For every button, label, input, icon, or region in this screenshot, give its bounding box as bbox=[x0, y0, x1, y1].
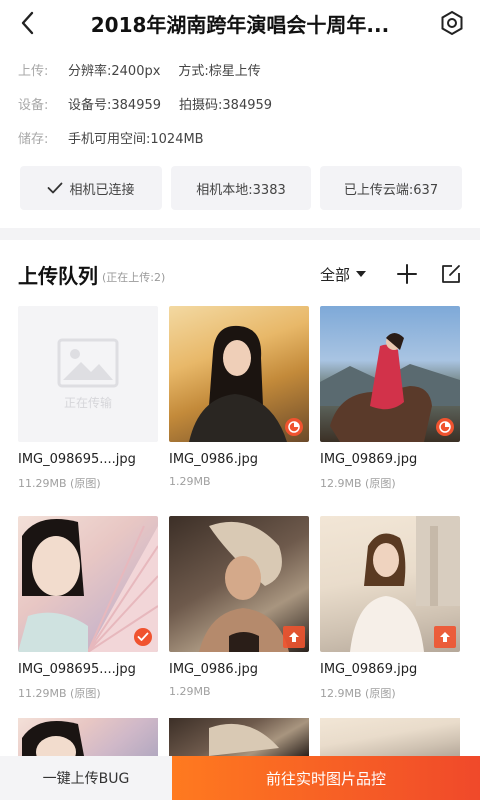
resolution-value: 分辨率:2400px bbox=[68, 63, 161, 79]
shoot-code-value: 拍摄码:384959 bbox=[179, 97, 273, 113]
file-size: 1.29MB bbox=[169, 685, 211, 698]
upload-pending-icon bbox=[283, 626, 305, 648]
queue-item[interactable]: IMG_098695....jpg 11.29MB (原图) bbox=[18, 516, 158, 701]
photo-thumbnail bbox=[169, 306, 309, 442]
bottom-action-bar: 一键上传BUG 前往实时图片品控 bbox=[0, 756, 480, 800]
upload-info-row: 上传: 分辨率:2400px 方式:棕星上传 bbox=[18, 52, 462, 86]
file-name: IMG_09869.jpg bbox=[320, 452, 418, 467]
uploaded-cloud-count[interactable]: 已上传云端:637 bbox=[320, 166, 462, 210]
upload-pending-icon bbox=[434, 626, 456, 648]
photo-thumbnail-partial bbox=[320, 718, 460, 756]
file-size: 12.9MB (原图) bbox=[320, 687, 396, 700]
filter-dropdown[interactable]: 全部 bbox=[320, 264, 366, 285]
camera-connected-status[interactable]: 相机已连接 bbox=[20, 166, 162, 210]
report-bug-button[interactable]: 一键上传BUG bbox=[0, 756, 172, 800]
photo-thumbnail bbox=[320, 516, 460, 652]
photo-thumbnail-partial bbox=[18, 718, 158, 756]
queue-item[interactable]: IMG_09869.jpg 12.9MB (原图) bbox=[320, 306, 460, 491]
device-info: 上传: 分辨率:2400px 方式:棕星上传 设备: 设备号:384959 拍摄… bbox=[18, 52, 462, 154]
photo-thumbnail bbox=[169, 516, 309, 652]
upload-label: 上传: bbox=[18, 63, 49, 79]
queue-item[interactable]: IMG_0986.jpg 1.29MB bbox=[169, 516, 309, 698]
file-name: IMG_098695....jpg bbox=[18, 662, 136, 677]
storage-label: 储存: bbox=[18, 131, 49, 147]
storage-info-row: 储存: 手机可用空间:1024MB bbox=[18, 120, 462, 154]
chevron-left-icon bbox=[21, 11, 34, 35]
file-name: IMG_0986.jpg bbox=[169, 662, 258, 677]
file-size: 1.29MB bbox=[169, 475, 211, 488]
thumbnail-placeholder: 正在传输 bbox=[18, 306, 158, 442]
queue-item[interactable]: IMG_09869.jpg 12.9MB (原图) bbox=[320, 516, 460, 701]
page-title: 2018年湖南跨年演唱会十周年... bbox=[90, 12, 390, 37]
check-icon bbox=[47, 182, 63, 194]
top-nav: 2018年湖南跨年演唱会十周年... bbox=[0, 0, 480, 46]
edit-icon bbox=[442, 265, 460, 283]
device-info-row: 设备: 设备号:384959 拍摄码:384959 bbox=[18, 86, 462, 120]
photo-thumbnail bbox=[18, 516, 158, 652]
gear-icon bbox=[441, 10, 463, 36]
edit-button[interactable] bbox=[438, 261, 464, 287]
photo-thumbnail-partial bbox=[169, 718, 309, 756]
queue-subtitle: (正在上传:2) bbox=[102, 271, 166, 284]
back-button[interactable] bbox=[14, 9, 42, 37]
file-size: 11.29MB (原图) bbox=[18, 687, 101, 700]
uploading-progress-icon bbox=[285, 418, 303, 436]
status-row: 相机已连接 相机本地:3383 已上传云端:637 bbox=[20, 166, 462, 210]
camera-status-label: 相机已连接 bbox=[69, 182, 135, 198]
image-placeholder-icon bbox=[57, 338, 119, 387]
device-label: 设备: bbox=[18, 97, 49, 113]
uploading-progress-icon bbox=[436, 418, 454, 436]
storage-value: 手机可用空间:1024MB bbox=[68, 131, 204, 147]
section-divider bbox=[0, 228, 480, 240]
file-size: 12.9MB (原图) bbox=[320, 477, 396, 490]
file-name: IMG_09869.jpg bbox=[320, 662, 418, 677]
device-number-value: 设备号:384959 bbox=[68, 97, 162, 113]
file-name: IMG_0986.jpg bbox=[169, 452, 258, 467]
file-name: IMG_098695....jpg bbox=[18, 452, 136, 467]
transferring-label: 正在传输 bbox=[63, 395, 112, 410]
camera-local-count[interactable]: 相机本地:3383 bbox=[171, 166, 311, 210]
camera-local-label: 相机本地:3383 bbox=[196, 182, 286, 198]
upload-complete-icon bbox=[134, 628, 152, 646]
queue-title: 上传队列 bbox=[18, 263, 98, 288]
upload-queue-header: 上传队列 (正在上传:2) 全部 bbox=[18, 256, 464, 292]
queue-item[interactable]: 正在传输 IMG_098695....jpg 11.29MB (原图) bbox=[18, 306, 158, 491]
upload-mode-value: 方式:棕星上传 bbox=[178, 63, 261, 79]
add-button[interactable] bbox=[394, 261, 420, 287]
plus-icon bbox=[397, 264, 417, 284]
queue-item[interactable]: IMG_0986.jpg 1.29MB bbox=[169, 306, 309, 488]
filter-label: 全部 bbox=[319, 265, 350, 284]
settings-button[interactable] bbox=[438, 9, 466, 37]
photo-thumbnail bbox=[320, 306, 460, 442]
uploaded-cloud-label: 已上传云端:637 bbox=[343, 182, 439, 198]
realtime-quality-control-button[interactable]: 前往实时图片品控 bbox=[172, 756, 480, 800]
file-size: 11.29MB (原图) bbox=[18, 477, 101, 490]
caret-down-icon bbox=[356, 271, 366, 277]
